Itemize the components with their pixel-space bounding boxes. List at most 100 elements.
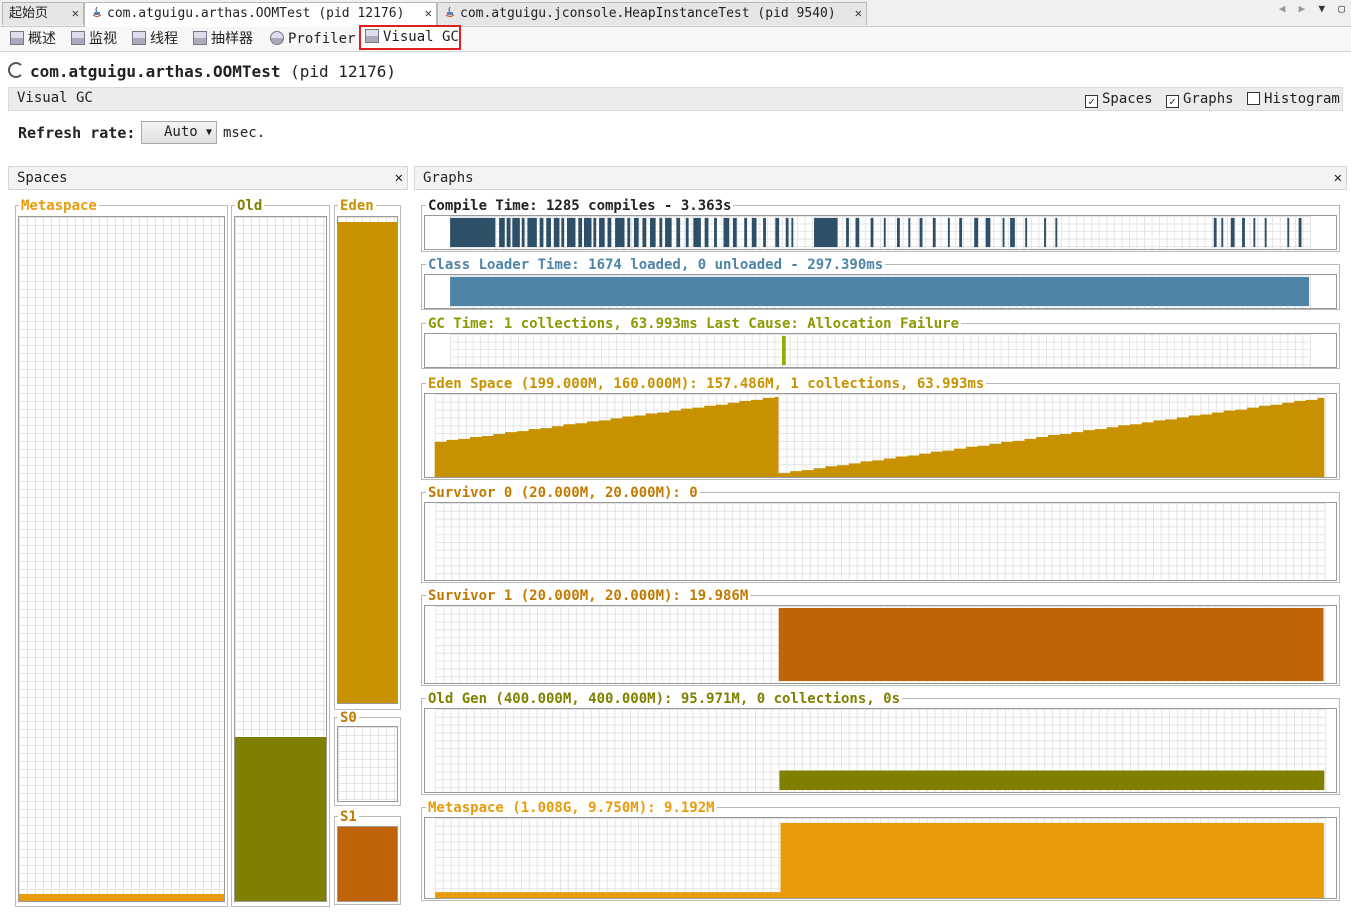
graphs-checkbox[interactable]: ✓ Graphs — [1166, 91, 1234, 108]
old-gen-usage-area — [779, 770, 1325, 791]
space-label: Metaspace — [19, 198, 99, 214]
close-icon[interactable]: ✕ — [395, 167, 403, 189]
compile-burst — [499, 217, 505, 248]
compile-burst — [1253, 217, 1256, 248]
close-icon[interactable]: ✕ — [855, 3, 862, 24]
subtab-label: 监视 — [89, 31, 117, 47]
compile-burst — [1025, 217, 1028, 248]
graph-class-loader-time — [424, 274, 1337, 309]
visual-gc-header: Visual GC ✓ Spaces ✓ Graphs Histogram — [8, 87, 1343, 111]
restore-icon[interactable]: ▢ — [1338, 2, 1345, 15]
compile-burst — [1298, 217, 1302, 248]
tab-oomtest[interactable]: com.atguigu.arthas.OOMTest (pid 12176) ✕ — [84, 2, 437, 27]
subtab-label: Profiler — [288, 31, 356, 47]
graph-old-gen — [424, 708, 1337, 793]
compile-burst — [1010, 217, 1013, 248]
compile-burst — [1264, 217, 1267, 248]
compile-burst — [506, 217, 511, 248]
compile-burst — [791, 217, 794, 248]
graph-label: Eden Space (199.000M, 160.000M): 157.486… — [426, 376, 987, 392]
compile-burst — [1221, 217, 1224, 248]
refresh-rate-select[interactable]: Auto ▼ — [141, 121, 217, 144]
space-fill — [235, 736, 326, 901]
space-label: Old — [235, 198, 265, 214]
subtab-label: 线程 — [150, 31, 178, 47]
compile-burst — [1002, 217, 1005, 248]
compile-burst — [855, 217, 860, 248]
subtab-label: 抽样器 — [211, 31, 253, 47]
graph-compile-time — [424, 215, 1337, 250]
close-icon[interactable]: ✕ — [72, 3, 79, 24]
compile-burst — [693, 217, 701, 248]
threads-icon — [132, 31, 146, 45]
subtab-label: Visual GC — [383, 29, 459, 45]
subtab-visual-gc[interactable]: Visual GC — [359, 25, 461, 50]
compile-burst — [987, 217, 991, 248]
chevron-right-icon[interactable]: ▶ — [1299, 2, 1306, 15]
subtab-profiler[interactable]: Profiler — [270, 29, 355, 49]
compile-burst — [633, 217, 639, 248]
compile-burst — [450, 217, 496, 248]
tab-label: 起始页 — [9, 6, 49, 21]
compile-burst — [870, 217, 874, 248]
compile-burst — [593, 217, 597, 248]
compile-burst — [521, 217, 525, 248]
graph-label: Class Loader Time: 1674 loaded, 0 unload… — [426, 257, 886, 273]
compile-burst — [607, 217, 612, 248]
compile-burst — [1230, 217, 1235, 248]
chevron-down-icon[interactable]: ▼ — [1319, 2, 1326, 15]
subtab-sampler[interactable]: 抽样器 — [193, 29, 253, 49]
space-fill — [19, 894, 224, 901]
compile-burst — [578, 217, 583, 248]
sampler-icon — [193, 31, 207, 45]
compile-burst — [744, 217, 748, 248]
close-icon[interactable]: ✕ — [1334, 167, 1342, 189]
graph-label: Old Gen (400.000M, 400.000M): 95.971M, 0… — [426, 691, 903, 707]
compile-burst — [723, 217, 730, 248]
tab-heapinstancetest[interactable]: com.atguigu.jconsole.HeapInstanceTest (p… — [437, 2, 867, 25]
survivor1-usage-area — [778, 607, 1324, 682]
tab-start-page[interactable]: 起始页 ✕ — [2, 2, 84, 25]
compile-burst — [1055, 217, 1058, 248]
subtab-threads[interactable]: 线程 — [132, 29, 178, 49]
space-s0 — [337, 726, 398, 802]
graph-metaspace — [424, 817, 1337, 899]
graph-label: GC Time: 1 collections, 63.993ms Last Ca… — [426, 316, 962, 332]
close-icon[interactable]: ✕ — [425, 3, 432, 24]
panel-title: Graphs — [423, 170, 474, 186]
compile-burst — [947, 217, 950, 248]
subtab-overview[interactable]: 概述 — [10, 29, 56, 49]
checkbox-checked-icon: ✓ — [1085, 95, 1098, 108]
compile-burst — [785, 217, 789, 248]
compile-burst — [665, 217, 672, 248]
subtab-monitor[interactable]: 监视 — [71, 29, 117, 49]
histogram-checkbox[interactable]: Histogram — [1247, 91, 1340, 107]
compile-burst — [553, 217, 560, 248]
compile-burst — [985, 217, 988, 248]
panel-title: Spaces — [17, 170, 68, 186]
editor-tab-bar: 起始页 ✕ com.atguigu.arthas.OOMTest (pid 12… — [0, 0, 1351, 27]
view-tab-bar: 概述 监视 线程 抽样器 Profiler — [0, 27, 1351, 52]
spaces-checkbox[interactable]: ✓ Spaces — [1085, 91, 1153, 108]
compile-burst — [704, 217, 709, 248]
compile-burst — [539, 217, 544, 248]
compile-burst — [763, 217, 766, 248]
tab-label: com.atguigu.jconsole.HeapInstanceTest (p… — [460, 6, 836, 21]
overview-icon — [10, 31, 24, 45]
compile-burst — [883, 217, 886, 248]
graph-label: Survivor 1 (20.000M, 20.000M): 19.986M — [426, 588, 751, 604]
compile-burst — [527, 217, 537, 248]
compile-burst — [974, 217, 978, 248]
compile-burst — [512, 217, 520, 248]
class-loader-area — [450, 276, 1310, 307]
compile-burst — [561, 217, 565, 248]
space-label: Eden — [338, 198, 376, 214]
compile-burst — [1287, 217, 1290, 248]
compile-burst — [846, 217, 849, 248]
chevron-left-icon[interactable]: ◀ — [1279, 2, 1286, 15]
compile-burst — [751, 217, 757, 248]
compile-burst — [627, 217, 631, 248]
compile-burst — [908, 217, 911, 248]
compile-burst — [959, 217, 963, 248]
compile-burst — [775, 217, 780, 248]
